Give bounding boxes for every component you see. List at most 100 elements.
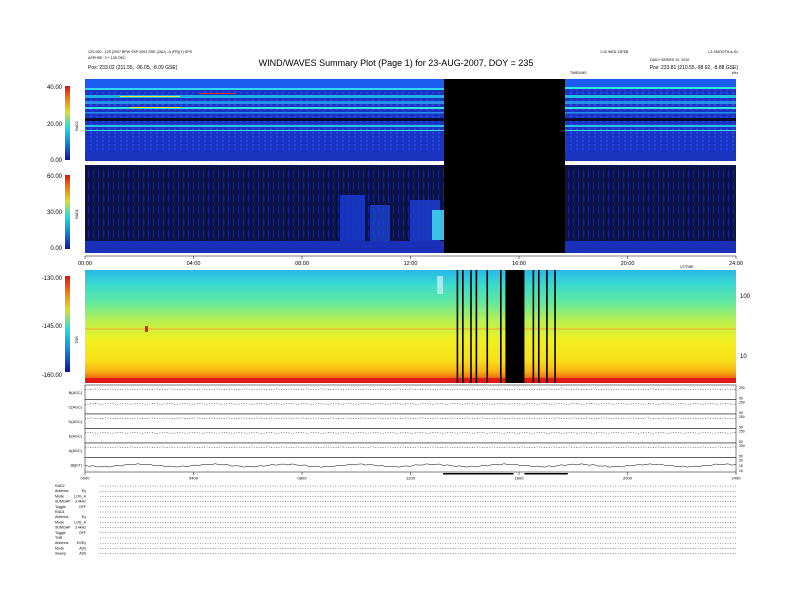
tnr-dropout-line	[500, 270, 502, 383]
footer-value: LOG_A	[74, 494, 87, 498]
agc-line-panels: B(AGC)25050C(AGC)25050D(AGC)25050E(AGC)2…	[69, 384, 745, 473]
line-panel-label: C(AGC)	[69, 405, 83, 409]
summary-plot: WIND/WAVES Summary Plot (Page 1) for 23-…	[42, 50, 751, 556]
rad2-tick-mid: 20.00	[47, 122, 63, 128]
tnr-dropout-line	[470, 270, 472, 383]
time-tick-label: 16:00	[512, 261, 526, 267]
time-tick-label: 08:00	[295, 261, 309, 267]
line-panel-tick: 250	[739, 444, 745, 448]
time-axis-lower: 0000 0400 0800 1200 1600 2000 2400	[81, 472, 741, 481]
footer-key: SUMGAP	[55, 500, 71, 504]
time-tick-label: 20:00	[621, 261, 635, 267]
time-tick-label: 0400	[189, 476, 199, 481]
tnr-colorbar	[65, 276, 70, 372]
line-panel-label: |B|(nT)	[71, 463, 83, 467]
footer-key: Antenna	[55, 541, 68, 545]
footer-value: Ex/Ey	[77, 541, 87, 545]
header-top-right-corner: L2-SMOOTH-a-S1	[708, 50, 738, 54]
line-panel-tick: 15	[739, 464, 743, 468]
tnr-dropout-line	[456, 270, 459, 383]
label-time-vabs: TIME/UMS	[570, 71, 587, 75]
footer-value: 3.4kHz	[75, 500, 86, 504]
line-panel-tick: 10	[739, 469, 743, 473]
time-tick-label: 1600	[515, 476, 525, 481]
line-panel-tick: 250	[739, 430, 745, 434]
time-axis-upper: 00:00 04:00 08:00 12:00 16:00 20:00 24:00	[78, 255, 743, 267]
rad1-label: RAD1	[75, 209, 79, 219]
tnr-right-tick-100: 100	[740, 294, 751, 300]
footer-value: A(0)	[79, 546, 86, 550]
tnr-right-tick-10: 10	[740, 354, 747, 360]
rad1-tick-mid: 30.00	[47, 210, 63, 216]
line-panel-frame	[84, 384, 737, 400]
footer-key: Sweep	[55, 552, 66, 556]
rad1-tick-top: 60.00	[47, 174, 63, 180]
footer-key: TNR	[55, 536, 63, 540]
time-tick-label: 12:00	[404, 261, 418, 267]
header-top-left-1: 12S 000 - 12S [2007 BPW SSP 2003 SSE (2A…	[88, 50, 193, 54]
line-panel-frame	[84, 457, 737, 473]
data-gap-marker	[524, 473, 568, 475]
footer-key: Mode	[55, 520, 64, 524]
footer-key: Mode	[55, 494, 64, 498]
footer-key: Antenna	[55, 515, 68, 519]
line-panel-tick: 250	[739, 415, 745, 419]
time-tick-label: 0800	[298, 476, 308, 481]
footer-value: 3.4kHz	[75, 526, 86, 530]
rad2-label: RAD2	[75, 121, 79, 131]
tnr-dropout-line	[462, 270, 464, 383]
line-panel-tick: 20	[739, 459, 743, 463]
line-panel-tick: 250	[739, 401, 745, 405]
line-panel-label: A(AGC)	[69, 449, 83, 453]
footer-key: Toggle	[55, 505, 66, 509]
label-khz: kHz	[732, 71, 738, 75]
line-panel-tick: 250	[739, 386, 745, 390]
tnr-dropout-line	[532, 270, 535, 383]
footer-key: SUMGAP	[55, 526, 71, 530]
footer-value: A(0)	[79, 552, 86, 556]
tnr-tick-top: -130.00	[42, 276, 63, 282]
header-top-left-pos: Pos: 233.02 (211.55, -96.05, -8.09 GSE)	[88, 65, 178, 71]
line-panel-frame	[84, 413, 737, 429]
data-gap-block	[444, 79, 565, 253]
tnr-dropout-line	[475, 270, 478, 383]
rad2-tick-top: 40.00	[47, 85, 63, 91]
time-tick-label: 0000	[81, 476, 91, 481]
ut-time-label: UT/TIME	[680, 265, 694, 269]
time-tick-label: 04:00	[187, 261, 201, 267]
footer-key: Toggle	[55, 531, 66, 535]
time-tick-label: 00:00	[78, 261, 92, 267]
tnr-label: TNR	[75, 336, 79, 344]
line-panel-label: E(AGC)	[69, 434, 83, 438]
footer-settings: RAD2Antenna EyMode LOG_ASUMGAP 3.4kHzToggle…	[55, 484, 736, 556]
footer-key: RAD2	[55, 484, 65, 488]
tnr-dropout-line	[486, 270, 489, 383]
footer-value: OFF	[79, 531, 87, 535]
footer-key: Antenna	[55, 489, 68, 493]
header-top-left-2: ASPHSE: 3 + 13S DEC	[88, 56, 126, 60]
footer-value: Ey	[82, 489, 86, 493]
time-tick-label: 2000	[623, 476, 633, 481]
footer-key: RAD1	[55, 510, 65, 514]
header-title: WIND/WAVES Summary Plot (Page 1) for 23-…	[259, 58, 534, 68]
header-top-right-2: DAILY SERIES 10, 2010	[650, 58, 689, 62]
line-panel-frame	[84, 399, 737, 415]
line-panel-label: B(AGC)	[69, 391, 83, 395]
footer-value: LOG_A	[74, 520, 87, 524]
tnr-panel	[85, 270, 736, 383]
footer-key: Mode	[55, 546, 64, 550]
line-panel-frame	[84, 442, 737, 458]
rad2-panel	[85, 79, 736, 161]
rad2-tick-bot: 0.00	[50, 158, 62, 164]
rad2-colorbar	[65, 86, 70, 160]
tnr-dropout-line	[546, 270, 548, 383]
tnr-tick-bot: -160.00	[42, 373, 63, 379]
footer-value: Ey	[82, 515, 86, 519]
tnr-dropout-block	[505, 270, 525, 383]
time-tick-label: 1200	[406, 476, 416, 481]
header-top-right-pos: Pos: 233.81 (210.55,-98.62, -8.88 GSE)	[650, 65, 739, 71]
rad1-tick-bot: 0.00	[50, 246, 62, 252]
tnr-tick-mid: -145.00	[42, 324, 63, 330]
tnr-dropout-line	[554, 270, 556, 383]
rad1-panel	[85, 165, 736, 253]
